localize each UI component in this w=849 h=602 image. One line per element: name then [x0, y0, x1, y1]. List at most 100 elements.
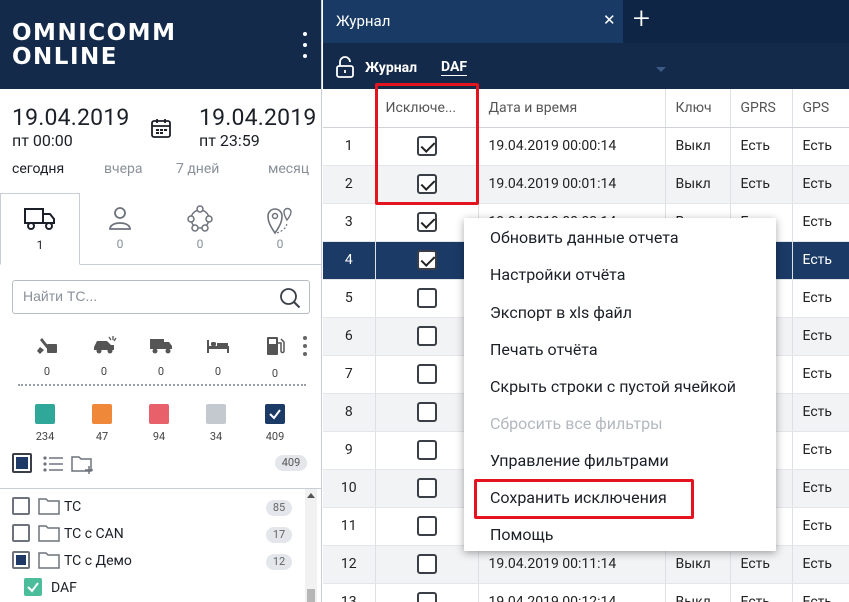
- tree-item-checkbox[interactable]: [12, 497, 30, 515]
- calendar-icon[interactable]: [150, 117, 172, 139]
- select-all-checkbox[interactable]: [12, 453, 32, 473]
- add-tab-icon[interactable]: +: [633, 4, 650, 34]
- chevron-down-icon[interactable]: [656, 67, 666, 72]
- row-number-cell: 4: [323, 241, 376, 280]
- person-icon: [109, 207, 131, 230]
- tab-vehicles[interactable]: 1: [0, 193, 80, 265]
- color-filter-all[interactable]: 409: [255, 404, 295, 443]
- gps-cell: Есть: [792, 203, 849, 242]
- period-yesterday[interactable]: вчера: [104, 161, 143, 177]
- service-icon: [37, 337, 57, 354]
- exclusion-checkbox[interactable]: [416, 326, 437, 346]
- tab-journal[interactable]: Журнал ✕: [323, 0, 623, 43]
- period-7-days[interactable]: 7 дней: [176, 161, 219, 177]
- status-service[interactable]: 0: [32, 335, 62, 378]
- add-folder-icon[interactable]: [71, 453, 95, 475]
- status-moving-count: 0: [157, 365, 165, 378]
- tree-item[interactable]: DAF: [0, 573, 305, 599]
- date-range[interactable]: 19.04.2019 пт 00:00 19.04.2019 пт 23:59: [0, 104, 321, 154]
- tree-item[interactable]: ТС 85: [0, 492, 305, 518]
- exclusion-checkbox[interactable]: [416, 440, 437, 460]
- more-menu-icon[interactable]: [300, 32, 310, 58]
- tab-geofences[interactable]: 0: [240, 193, 320, 265]
- tree-scrollbar[interactable]: [305, 489, 317, 602]
- exclusion-checkbox[interactable]: [416, 250, 437, 270]
- column-header-gprs[interactable]: GPRS: [730, 89, 793, 128]
- column-header-datetime[interactable]: Дата и время: [478, 89, 666, 128]
- exclusion-cell: [375, 507, 479, 546]
- report-object-link[interactable]: DAF: [441, 60, 468, 76]
- color-filter-green[interactable]: 234: [25, 404, 65, 443]
- tab-network[interactable]: 0: [160, 193, 240, 265]
- context-menu-item[interactable]: Помощь: [490, 525, 553, 544]
- highlight-save-exclusions: [474, 479, 694, 519]
- exclusion-checkbox[interactable]: [416, 592, 437, 602]
- context-menu-item[interactable]: Экспорт в xls файл: [490, 303, 632, 322]
- time-to[interactable]: пт 23:59: [199, 131, 260, 150]
- exclusion-checkbox[interactable]: [416, 212, 437, 232]
- exclusion-checkbox[interactable]: [416, 478, 437, 498]
- status-parking[interactable]: 0: [203, 335, 233, 378]
- exclusion-checkbox[interactable]: [416, 516, 437, 536]
- truck-icon: [24, 208, 55, 230]
- period-today[interactable]: сегодня: [12, 161, 64, 177]
- status-moving[interactable]: 0: [146, 335, 176, 378]
- context-menu-item[interactable]: Обновить данные отчета: [490, 228, 679, 247]
- column-header-gps[interactable]: GPS: [792, 89, 849, 128]
- datetime-cell: 19.04.2019 00:00:14: [478, 127, 666, 166]
- time-from[interactable]: пт 00:00: [12, 131, 73, 150]
- tree-item-count: 17: [266, 527, 292, 543]
- tree-item-label: ТС с Демо: [64, 553, 132, 569]
- row-number-cell: 13: [323, 583, 376, 602]
- status-fuel-count: 0: [271, 367, 279, 380]
- exclusion-checkbox[interactable]: [416, 402, 437, 422]
- context-menu-item[interactable]: Управление фильтрами: [490, 451, 669, 470]
- search-input[interactable]: [23, 288, 273, 304]
- column-header-number[interactable]: [323, 89, 376, 128]
- car-accident-icon: [94, 336, 117, 354]
- tab-drivers[interactable]: 0: [80, 193, 160, 265]
- list-icon[interactable]: [42, 454, 64, 474]
- tab-journal-label: Журнал: [336, 12, 391, 30]
- gps-cell: Есть: [792, 317, 849, 356]
- status-accident[interactable]: 0: [89, 335, 119, 378]
- group-tools: 409: [0, 453, 321, 477]
- tree-item-count: 85: [266, 500, 292, 516]
- context-menu-item[interactable]: Скрыть строки с пустой ячейкой: [490, 377, 736, 396]
- exclusion-checkbox[interactable]: [416, 288, 437, 308]
- tree-item-checkbox[interactable]: [24, 578, 42, 596]
- color-filter-red-count: 94: [152, 430, 166, 443]
- color-filter-orange[interactable]: 47: [82, 404, 122, 443]
- tree-item[interactable]: ТС с Демо 12: [0, 546, 305, 572]
- unlock-icon[interactable]: [335, 56, 355, 78]
- divider: [18, 384, 306, 386]
- row-number-cell: 11: [323, 507, 376, 546]
- tab-bar: Журнал ✕ +: [323, 0, 849, 43]
- column-header-key[interactable]: Ключ: [665, 89, 731, 128]
- exclusion-cell: [375, 317, 479, 356]
- color-filter-gray[interactable]: 34: [196, 404, 236, 443]
- context-menu-item[interactable]: Настройки отчёта: [490, 265, 625, 284]
- color-filter-red[interactable]: 94: [139, 404, 179, 443]
- exclusion-checkbox[interactable]: [416, 364, 437, 384]
- close-tab-icon[interactable]: ✕: [603, 11, 616, 29]
- status-fuel[interactable]: 0: [260, 335, 290, 380]
- period-month[interactable]: месяц: [268, 161, 309, 177]
- tree-item-checkbox[interactable]: [12, 551, 30, 569]
- moving-truck-icon: [150, 339, 172, 354]
- tree-item[interactable]: ТС с CAN 17: [0, 519, 305, 545]
- status-more-icon[interactable]: [301, 336, 309, 356]
- date-from[interactable]: 19.04.2019: [12, 104, 130, 131]
- row-number-cell: 8: [323, 393, 376, 432]
- search-icon[interactable]: [279, 287, 301, 309]
- vehicle-search[interactable]: [12, 280, 310, 314]
- tree-item-checkbox[interactable]: [12, 524, 30, 542]
- highlight-exclusions-column: [375, 83, 479, 205]
- exclusion-checkbox[interactable]: [416, 554, 437, 574]
- exclusion-cell: [375, 241, 479, 280]
- table-row[interactable]: 13 19.04.2019 00:12:14 Выкл Есть Есть: [323, 583, 849, 602]
- color-status-filters: 234 47 94 34 409: [0, 404, 321, 444]
- date-to[interactable]: 19.04.2019: [199, 104, 317, 131]
- context-menu-item[interactable]: Печать отчёта: [490, 340, 598, 359]
- period-selector: сегодня вчера 7 дней месяц: [0, 161, 321, 181]
